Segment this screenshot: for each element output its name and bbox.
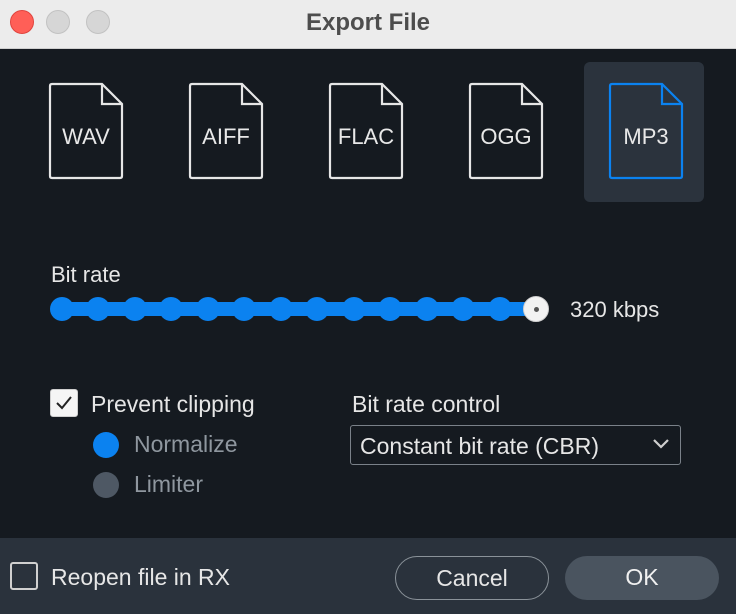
format-label: OGG [480,124,532,149]
format-label: WAV [62,124,110,149]
radio-button-selected [93,432,119,458]
bitrate-control-dropdown[interactable]: Constant bit rate (CBR) [350,425,681,465]
title-bar: Export File [0,0,736,49]
slider-stop[interactable] [232,297,257,321]
checkbox-box [50,389,78,417]
slider-stop[interactable] [305,297,330,321]
slider-stop[interactable] [50,297,74,321]
reopen-file-label: Reopen file in RX [51,564,230,590]
slider-stop[interactable] [159,297,184,321]
chevron-down-icon [653,439,669,449]
bitrate-slider[interactable] [50,296,550,322]
bitrate-value: 320 kbps [570,297,660,322]
format-selector: WAV AIFF FLAC OGG MP3 [0,62,736,202]
slider-stop[interactable] [195,297,220,321]
slider-stop[interactable] [487,297,512,321]
radio-label: Normalize [134,431,238,457]
format-label: FLAC [337,124,395,149]
checkmark-icon [56,396,72,410]
slider-stop[interactable] [268,297,293,321]
file-icon: OGG [468,82,544,180]
bitrate-label: Bit rate [51,262,121,287]
reopen-file-checkbox[interactable] [10,562,38,590]
file-icon: FLAC [328,82,404,180]
dialog-footer: Reopen file in RX Cancel OK [0,538,736,614]
radio-label: Limiter [134,471,204,497]
slider-stop[interactable] [378,297,403,321]
file-icon: AIFF [188,82,264,180]
format-ogg[interactable]: OGG [444,62,564,202]
radio-button-unselected [93,472,119,498]
ok-button[interactable]: OK [565,556,719,600]
file-icon: MP3 [608,82,684,180]
dropdown-value: Constant bit rate (CBR) [360,433,600,459]
format-label: MP3 [623,124,669,149]
format-wav[interactable]: WAV [24,62,144,202]
file-icon: WAV [48,82,124,180]
slider-stop[interactable] [341,297,366,321]
format-mp3[interactable]: MP3 [584,62,704,202]
format-aiff[interactable]: AIFF [164,62,284,202]
format-label: AIFF [202,124,250,149]
slider-stop[interactable] [122,297,147,321]
slider-stop[interactable] [86,297,111,321]
cancel-button[interactable]: Cancel [395,556,549,600]
slider-thumb-dot [534,307,539,312]
slider-thumb[interactable] [523,296,549,322]
export-file-dialog: Export File WAV AIFF FLAC OGG MP3 Bit ra… [0,0,736,614]
window-title: Export File [305,9,431,36]
slider-stop[interactable] [451,297,476,321]
prevent-clipping-checkbox[interactable] [50,389,80,419]
bitrate-control-label: Bit rate control [352,391,501,417]
prevent-clipping-label: Prevent clipping [91,391,255,417]
format-flac[interactable]: FLAC [304,62,424,202]
checkbox-box [10,562,38,590]
slider-stop[interactable] [414,297,439,321]
